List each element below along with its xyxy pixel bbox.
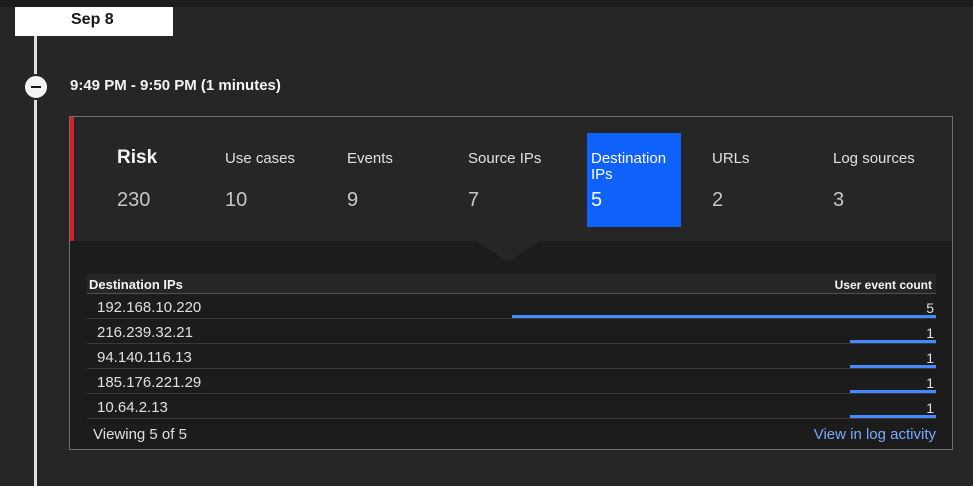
metric-destination-ips[interactable]: Destination IPs 5	[587, 133, 681, 227]
metric-value: 7	[468, 189, 480, 211]
timeline-line	[34, 36, 37, 486]
event-count-bar	[850, 340, 936, 343]
table-row[interactable]: 185.176.221.29 1	[87, 369, 936, 394]
event-count: 1	[926, 400, 934, 416]
table-footer: Viewing 5 of 5 View in log activity	[87, 419, 936, 447]
metric-label: Log sources	[833, 150, 915, 167]
metric-label: Use cases	[225, 150, 296, 167]
destination-ips-table: Destination IPs User event count 192.168…	[87, 274, 936, 447]
destination-ip: 10.64.2.13	[97, 399, 168, 416]
metric-value: 5	[591, 189, 603, 211]
metric-value: 9	[347, 189, 359, 211]
destination-ip: 94.140.116.13	[97, 349, 192, 366]
event-count: 5	[926, 300, 934, 316]
metric-label: Events	[347, 150, 393, 167]
metric-value: 230	[117, 189, 151, 211]
table-header: Destination IPs User event count	[87, 274, 936, 294]
table-row[interactable]: 216.239.32.21 1	[87, 319, 936, 344]
destination-ip: 185.176.221.29	[97, 374, 202, 391]
column-header-destination-ips: Destination IPs	[89, 277, 183, 292]
metric-label: Source IPs	[468, 150, 542, 167]
event-count-bar	[850, 415, 936, 418]
metric-value: 10	[225, 189, 248, 211]
metric-label: URLs	[712, 150, 750, 167]
metrics-row: Risk 230 Use cases 10 Events 9 Source IP…	[70, 117, 952, 241]
destination-ip: 216.239.32.21	[97, 324, 193, 341]
table-row[interactable]: 10.64.2.13 1	[87, 394, 936, 419]
top-border	[0, 0, 973, 7]
view-in-log-activity-link[interactable]: View in log activity	[814, 426, 936, 443]
destination-ip: 192.168.10.220	[97, 299, 202, 316]
collapse-minus-icon[interactable]	[23, 74, 49, 100]
metric-label: Risk	[117, 147, 158, 168]
event-count: 1	[926, 350, 934, 366]
table-row[interactable]: 192.168.10.220 5	[87, 294, 936, 319]
selection-pointer	[474, 240, 542, 262]
event-count-bar	[850, 390, 936, 393]
metric-label: Destination IPs	[591, 150, 667, 183]
metric-value: 3	[833, 189, 845, 211]
table-row[interactable]: 94.140.116.13 1	[87, 344, 936, 369]
event-count: 1	[926, 325, 934, 341]
event-count-bar	[512, 315, 936, 318]
date-tab: Sep 8	[15, 7, 173, 36]
offense-summary-card: Risk 230 Use cases 10 Events 9 Source IP…	[69, 116, 953, 450]
metric-value: 2	[712, 189, 724, 211]
column-header-user-event-count: User event count	[834, 278, 932, 292]
event-count: 1	[926, 375, 934, 391]
event-count-bar	[850, 365, 936, 368]
viewing-count: Viewing 5 of 5	[93, 426, 187, 443]
time-range-heading: 9:49 PM - 9:50 PM (1 minutes)	[70, 77, 281, 94]
